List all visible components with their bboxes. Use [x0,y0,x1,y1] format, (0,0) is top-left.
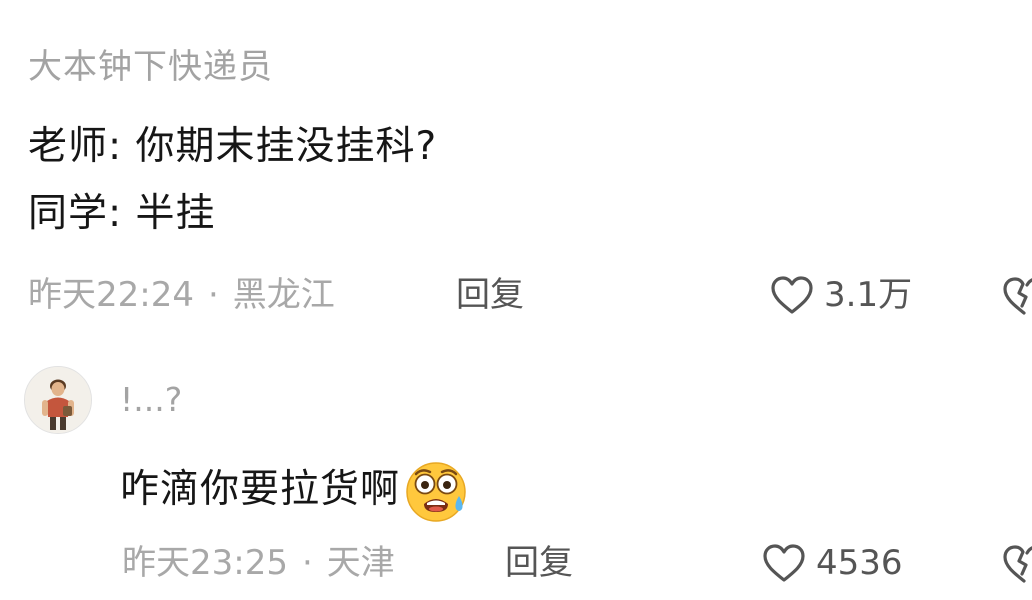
meta-separator: · [207,275,219,315]
user-avatar-icon [25,367,91,433]
reply-content: 咋滴你要拉货啊 [120,456,470,524]
like-count: 4536 [816,543,903,583]
broken-heart-icon[interactable] [1002,544,1032,584]
reply-button[interactable]: 回复 [505,540,573,586]
comment-text-line: 同学: 半挂 [28,191,216,236]
reply-meta: 昨天23:25 · 天津 [122,540,395,586]
reply-location: 天津 [326,543,395,583]
comment-time: 昨天22:24 [28,275,194,315]
like-count: 3.1万 [824,275,913,315]
comment-meta: 昨天22:24 · 黑龙江 [28,272,335,318]
broken-heart-icon[interactable] [1002,276,1032,316]
meta-separator: · [301,543,313,583]
comment-username[interactable]: 大本钟下快递员 [28,44,273,90]
heart-icon [763,544,805,582]
comment-thread: 大本钟下快递员 老师: 你期末挂没挂科? 同学: 半挂 昨天22:24 · 黑龙江 … [0,0,1032,600]
reply-username[interactable]: !...? [120,378,182,422]
reply-button[interactable]: 回复 [456,272,524,318]
reply-time: 昨天23:25 [122,543,288,583]
like-button[interactable]: 4536 [762,540,903,586]
reply-text: 咋滴你要拉货啊 [120,467,401,512]
like-button[interactable]: 3.1万 [770,272,912,318]
avatar[interactable] [24,366,92,434]
shocked-sweat-emoji-icon [406,462,466,522]
heart-icon [771,276,813,314]
comment-text-line: 老师: 你期末挂没挂科? [28,124,438,169]
comment-location: 黑龙江 [232,275,335,315]
